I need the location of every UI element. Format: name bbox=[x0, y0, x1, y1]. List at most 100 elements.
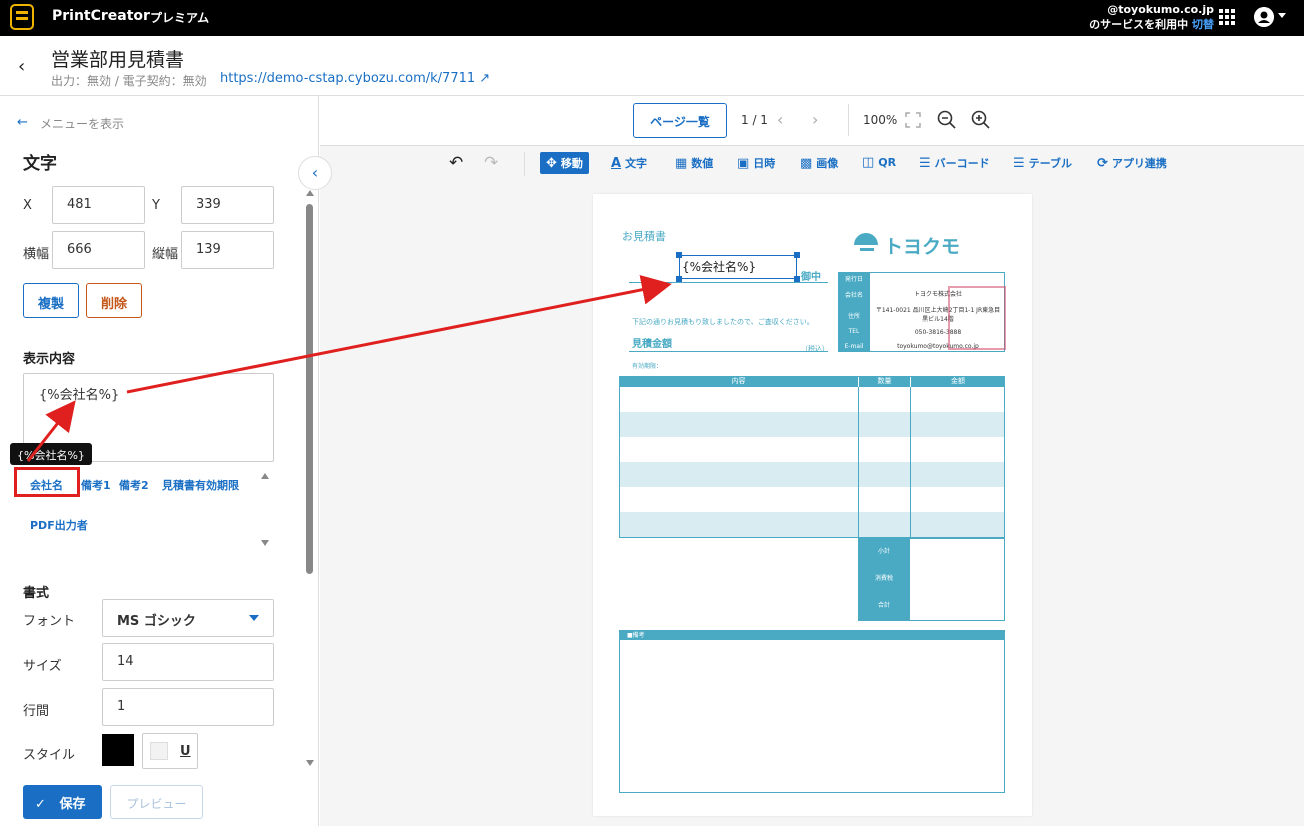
page-title: 営業部用見積書 bbox=[51, 49, 185, 71]
y-input[interactable]: 339 bbox=[181, 186, 274, 224]
tool-number[interactable]: ▦ 数値 bbox=[675, 155, 713, 171]
tool-move-label: 移動 bbox=[560, 157, 583, 170]
format-label: 書式 bbox=[23, 586, 50, 601]
background-color-swatch[interactable] bbox=[150, 742, 168, 760]
top-bar: PrintCreator プレミアム @toyokumo.co.jp のサービス… bbox=[0, 0, 1304, 36]
style-label: スタイル bbox=[23, 748, 76, 763]
app-url-link[interactable]: https://demo-cstap.cybozu.com/k/7711 ↗ bbox=[220, 71, 490, 86]
plan-badge: プレミアム bbox=[150, 11, 210, 25]
font-label: フォント bbox=[23, 614, 76, 629]
tag-remark1[interactable]: 備考1 bbox=[81, 477, 111, 493]
tooltip: {%会社名%} bbox=[10, 443, 92, 465]
account-line: のサービスを利用中 bbox=[1089, 18, 1189, 31]
info-label-tel: TEL bbox=[848, 328, 860, 335]
text-color-swatch[interactable] bbox=[102, 734, 134, 766]
table-divider bbox=[910, 387, 911, 538]
y-label: Y bbox=[152, 198, 160, 213]
user-menu-caret-icon[interactable] bbox=[1278, 13, 1286, 18]
grand-total-label: 合計 bbox=[877, 602, 890, 609]
table-row bbox=[620, 512, 1004, 537]
remarks-box bbox=[619, 630, 1005, 793]
tool-image-label: 画像 bbox=[816, 157, 839, 170]
zoom-level: 100% bbox=[863, 113, 898, 127]
tags-scroll-up-icon[interactable] bbox=[261, 473, 269, 479]
tool-text[interactable]: A 文字 bbox=[611, 155, 647, 171]
width-input[interactable]: 666 bbox=[52, 231, 145, 269]
font-dropdown-caret-icon[interactable] bbox=[249, 615, 259, 621]
arrow-left-icon[interactable]: ← bbox=[17, 115, 28, 130]
apps-grid-icon[interactable] bbox=[1219, 9, 1235, 25]
check-icon: ✓ bbox=[35, 797, 46, 812]
redo-icon[interactable]: ↷ bbox=[484, 153, 498, 173]
page-indicator: 1 / 1 bbox=[741, 113, 768, 127]
resize-handle[interactable] bbox=[794, 252, 800, 258]
tool-table[interactable]: ☰ テーブル bbox=[1013, 155, 1072, 171]
scrollbar-thumb[interactable] bbox=[306, 204, 313, 574]
zoom-in-icon[interactable] bbox=[971, 110, 991, 130]
next-page-icon[interactable]: › bbox=[812, 110, 818, 129]
header-amount: 金額 bbox=[911, 376, 1005, 387]
tool-table-label: テーブル bbox=[1028, 157, 1072, 170]
switch-link[interactable]: 切替 bbox=[1192, 18, 1214, 31]
height-label: 縦幅 bbox=[152, 247, 179, 262]
header-quantity: 数量 bbox=[859, 376, 910, 387]
prev-page-icon[interactable]: ‹ bbox=[777, 110, 783, 129]
scroll-down-icon[interactable] bbox=[306, 760, 314, 766]
image-icon: ▩ bbox=[800, 155, 813, 171]
tool-move[interactable]: ✥ 移動 bbox=[540, 152, 589, 174]
calculator-icon: ▦ bbox=[675, 155, 688, 171]
height-input[interactable]: 139 bbox=[181, 231, 274, 269]
x-input[interactable]: 481 bbox=[52, 186, 145, 224]
save-button[interactable]: ✓ 保存 bbox=[23, 785, 102, 819]
tool-image[interactable]: ▩ 画像 bbox=[800, 155, 838, 171]
scroll-up-icon[interactable] bbox=[306, 190, 314, 196]
section-title: 文字 bbox=[23, 154, 57, 174]
selected-text-element[interactable]: {%会社名%} bbox=[679, 255, 797, 279]
delete-button[interactable]: 削除 bbox=[86, 283, 142, 318]
underline-toggle[interactable]: U bbox=[180, 744, 191, 759]
tool-datetime-label: 日時 bbox=[753, 157, 776, 170]
font-value: MS ゴシック bbox=[117, 614, 196, 629]
account-domain: @toyokumo.co.jp bbox=[1107, 3, 1214, 16]
user-avatar-icon[interactable] bbox=[1254, 7, 1274, 27]
resize-handle[interactable] bbox=[676, 252, 682, 258]
size-input[interactable]: 14 bbox=[102, 643, 274, 681]
save-label: 保存 bbox=[59, 797, 86, 812]
fit-screen-icon[interactable] bbox=[905, 112, 921, 128]
move-icon: ✥ bbox=[546, 155, 557, 171]
app-name: PrintCreator bbox=[52, 8, 150, 24]
tag-company[interactable]: 会社名 bbox=[30, 477, 63, 493]
tax-total-label: 消費税 bbox=[874, 575, 893, 582]
barcode-icon: ☰ bbox=[919, 155, 931, 171]
tool-app-link-label: アプリ連携 bbox=[1111, 157, 1167, 170]
tool-datetime[interactable]: ▣ 日時 bbox=[737, 155, 775, 171]
toolbar-divider bbox=[848, 104, 849, 136]
collapse-panel-icon[interactable]: ‹ bbox=[298, 156, 332, 190]
tool-text-label: 文字 bbox=[625, 157, 648, 170]
output-status: 出力：無効 / 電子契約：無効 bbox=[51, 74, 207, 88]
tool-app-link[interactable]: ⟳ アプリ連携 bbox=[1097, 155, 1167, 171]
duplicate-button[interactable]: 複製 bbox=[23, 283, 79, 318]
header-content: 内容 bbox=[619, 376, 858, 387]
sync-icon: ⟳ bbox=[1097, 155, 1108, 171]
undo-icon[interactable]: ↶ bbox=[449, 153, 463, 173]
tags-scroll-down-icon[interactable] bbox=[261, 540, 269, 546]
menu-toggle[interactable]: メニューを表示 bbox=[40, 115, 124, 132]
toolbar-divider bbox=[524, 152, 525, 176]
tool-qr[interactable]: ◫ QR bbox=[862, 155, 896, 170]
page-list-button[interactable]: ページ一覧 bbox=[633, 103, 727, 138]
back-icon[interactable]: ‹ bbox=[18, 56, 34, 77]
external-link-icon: ↗ bbox=[479, 71, 491, 86]
tag-pdf-author[interactable]: PDF出力者 bbox=[30, 517, 88, 533]
zoom-out-icon[interactable] bbox=[937, 110, 957, 130]
tool-barcode[interactable]: ☰ バーコード bbox=[919, 155, 990, 171]
tag-valid-date[interactable]: 見積書有効期限 bbox=[162, 477, 239, 493]
info-label-email: E-mail bbox=[844, 343, 864, 350]
tool-number-label: 数値 bbox=[691, 157, 714, 170]
preview-button[interactable]: プレビュー bbox=[110, 785, 203, 819]
size-label: サイズ bbox=[23, 659, 62, 674]
tag-remark2[interactable]: 備考2 bbox=[119, 477, 149, 493]
tax-label: （税込） bbox=[801, 345, 829, 353]
info-label-company: 会社名 bbox=[844, 292, 863, 299]
line-spacing-input[interactable]: 1 bbox=[102, 688, 274, 726]
